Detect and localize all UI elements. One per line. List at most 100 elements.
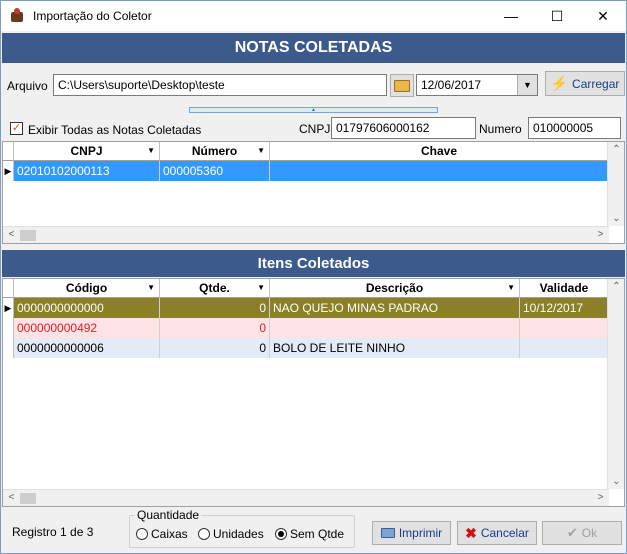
cnpj-label: CNPJ (299, 122, 331, 136)
maximize-button[interactable]: ☐ (534, 1, 580, 31)
scroll-left-icon[interactable]: < (3, 492, 20, 503)
radio-circle[interactable] (275, 528, 287, 540)
column-header-label: Qtde. (199, 281, 230, 295)
open-folder-button[interactable] (390, 74, 414, 97)
column-header-label: Código (65, 281, 108, 295)
chevron-down-icon[interactable]: ▼ (257, 279, 265, 297)
close-icon: ✖ (465, 524, 477, 541)
numero-label: Numero (479, 122, 522, 136)
cell-codigo[interactable]: 0000000000000 (14, 298, 160, 318)
radio-circle[interactable] (136, 528, 148, 540)
column-header-validade[interactable]: Validade (520, 279, 609, 298)
scroll-right-icon[interactable]: > (592, 492, 609, 503)
chevron-down-icon[interactable]: ▼ (517, 75, 537, 95)
column-header-numero[interactable]: Número ▼ (160, 142, 270, 161)
table-row[interactable]: ▶ 02010102000113 000005360 (3, 161, 609, 181)
cell-codigo[interactable]: 000000000492 (14, 318, 160, 338)
notas-vertical-scrollbar[interactable]: ⌃ ⌄ (607, 142, 624, 226)
scroll-thumb[interactable] (20, 230, 36, 241)
column-header-descricao[interactable]: Descrição ▼ (270, 279, 520, 298)
itens-grid: Código ▼ Qtde. ▼ Descrição ▼ Validade ▶ 000… (2, 278, 625, 507)
numero-input[interactable]: 010000005 (528, 117, 621, 139)
row-pointer-icon: ▶ (3, 298, 14, 318)
scroll-right-icon[interactable]: > (592, 229, 609, 240)
window-title: Importação do Coletor (33, 9, 152, 23)
itens-vertical-scrollbar[interactable]: ⌃ ⌄ (607, 279, 624, 489)
window: Importação do Coletor — ☐ ✕ NOTAS COLETA… (0, 0, 627, 554)
chevron-down-icon[interactable]: ▼ (257, 142, 265, 160)
cell-descricao[interactable]: NAO QUEJO MINAS PADRAO (270, 298, 520, 318)
print-button[interactable]: Imprimir (372, 521, 451, 545)
table-row[interactable]: 0000000000006 0 BOLO DE LEITE NINHO (3, 338, 609, 358)
scroll-thumb[interactable] (20, 493, 36, 504)
row-pointer-icon: ▶ (3, 161, 14, 181)
scroll-down-icon[interactable]: ⌄ (608, 476, 624, 487)
ok-button[interactable]: ✔ Ok (542, 521, 622, 545)
column-header-chave[interactable]: Chave (270, 142, 609, 161)
radio-caixas[interactable]: Caixas (136, 527, 188, 541)
scroll-down-icon[interactable]: ⌄ (608, 213, 624, 224)
cell-qtde[interactable]: 0 (160, 318, 270, 338)
column-header-label: Descrição (365, 281, 424, 295)
notas-grid: CNPJ ▼ Número ▼ Chave ▶ 02010102000113 000… (2, 141, 625, 244)
itens-horizontal-scrollbar[interactable]: < > (3, 489, 609, 506)
radio-label: Caixas (151, 527, 188, 541)
chevron-down-icon[interactable]: ▼ (147, 142, 155, 160)
cnpj-input[interactable]: 01797606000162 (331, 117, 476, 139)
file-path-input[interactable]: C:\Users\suporte\Desktop\teste (53, 74, 387, 96)
row-indicator-header (3, 142, 14, 161)
ok-label: Ok (581, 526, 598, 540)
radio-sem-qtde[interactable]: Sem Qtde (275, 527, 344, 541)
column-header-label: Validade (539, 281, 589, 295)
row-indicator (3, 338, 14, 358)
scroll-up-icon[interactable]: ⌃ (608, 281, 624, 292)
show-all-checkbox[interactable]: ✓ (10, 122, 23, 135)
cell-descricao[interactable]: BOLO DE LEITE NINHO (270, 338, 520, 358)
row-indicator-header (3, 279, 14, 298)
carregar-label: Carregar (572, 76, 620, 91)
minimize-button[interactable]: — (488, 1, 534, 31)
quantity-group-label: Quantidade (135, 508, 202, 522)
checkmark-icon: ✔ (566, 525, 578, 540)
scroll-left-icon[interactable]: < (3, 229, 20, 240)
cell-validade[interactable]: 10/12/2017 (520, 298, 609, 318)
table-row[interactable]: ▶ 0000000000000 0 NAO QUEJO MINAS PADRAO… (3, 298, 609, 318)
chevron-down-icon[interactable]: ▼ (507, 279, 515, 297)
cell-cnpj[interactable]: 02010102000113 (14, 161, 160, 181)
radio-circle[interactable] (198, 528, 210, 540)
scroll-up-icon[interactable]: ⌃ (608, 144, 624, 155)
column-header-label: Número (191, 144, 238, 158)
arquivo-label: Arquivo (7, 79, 48, 93)
column-header-codigo[interactable]: Código ▼ (14, 279, 160, 298)
splitter-handle[interactable]: ▲ (189, 107, 438, 113)
cell-descricao[interactable] (270, 318, 520, 338)
notas-banner: NOTAS COLETADAS (2, 33, 625, 63)
carregar-button[interactable]: ⚡ Carregar (545, 71, 625, 96)
chevron-down-icon[interactable]: ▼ (147, 279, 155, 297)
date-picker[interactable]: 12/06/2017 ▼ (416, 74, 538, 96)
cancel-label: Cancelar (480, 526, 529, 540)
row-indicator (3, 318, 14, 338)
column-header-cnpj[interactable]: CNPJ ▼ (14, 142, 160, 161)
cancel-button[interactable]: ✖ Cancelar (457, 521, 537, 545)
radio-label: Sem Qtde (290, 527, 345, 541)
itens-banner: Itens Coletados (2, 250, 625, 277)
folder-icon (394, 79, 410, 92)
cell-validade[interactable] (520, 338, 609, 358)
lightning-icon: ⚡ (550, 75, 569, 91)
radio-unidades[interactable]: Unidades (198, 527, 264, 541)
date-value: 12/06/2017 (421, 78, 482, 92)
cell-codigo[interactable]: 0000000000006 (14, 338, 160, 358)
notas-horizontal-scrollbar[interactable]: < > (3, 226, 609, 243)
cell-validade[interactable] (520, 318, 609, 338)
column-header-qtde[interactable]: Qtde. ▼ (160, 279, 270, 298)
cell-qtde[interactable]: 0 (160, 338, 270, 358)
table-row[interactable]: 000000000492 0 (3, 318, 609, 338)
cell-qtde[interactable]: 0 (160, 298, 270, 318)
cell-chave[interactable] (270, 161, 609, 181)
show-all-label: Exibir Todas as Notas Coletadas (28, 123, 202, 137)
cell-numero[interactable]: 000005360 (160, 161, 270, 181)
column-header-label: CNPJ (70, 144, 103, 158)
close-button[interactable]: ✕ (580, 1, 626, 31)
print-label: Imprimir (398, 526, 443, 540)
